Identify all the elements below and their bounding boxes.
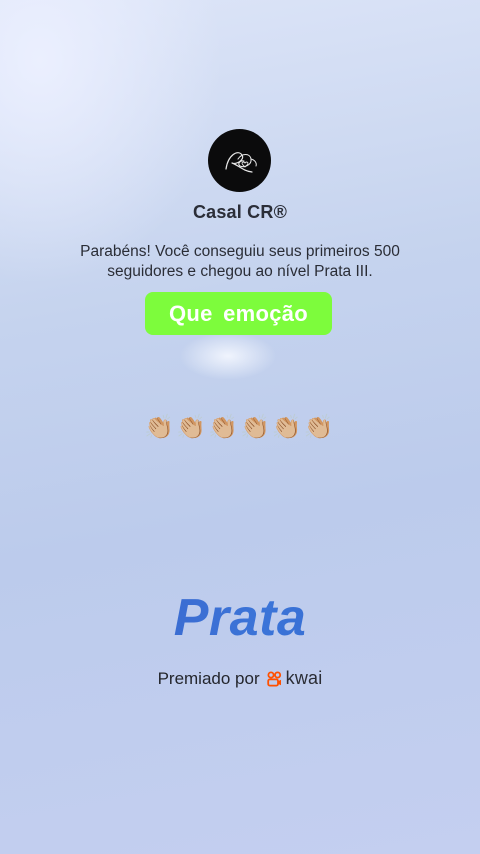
highlight-caption: Que emoção bbox=[145, 292, 332, 335]
brand-name: kwai bbox=[285, 668, 323, 688]
profile-avatar[interactable] bbox=[208, 129, 271, 192]
awarded-by: Premiado por kwai bbox=[0, 668, 480, 689]
profile-name: Casal CR® bbox=[192, 202, 288, 222]
couple-monogram-logo bbox=[224, 151, 257, 173]
congrats-message: Parabéns! Você conseguiu seus primeiros … bbox=[50, 242, 430, 282]
congrats-message-line-2: seguidores e chegou ao nível Prata III. bbox=[107, 263, 373, 280]
congrats-message-line-1: Parabéns! Você conseguiu seus primeiros … bbox=[80, 243, 400, 260]
kwai-logo-icon bbox=[266, 671, 282, 687]
tier-name: Prata bbox=[0, 588, 480, 648]
awarded-by-label: Premiado por bbox=[157, 668, 260, 688]
clapping-hands-emoji-row: 👏🏼👏🏼👏🏼👏🏼👏🏼👏🏼 bbox=[144, 414, 336, 441]
brand-logo: kwai bbox=[266, 668, 323, 689]
